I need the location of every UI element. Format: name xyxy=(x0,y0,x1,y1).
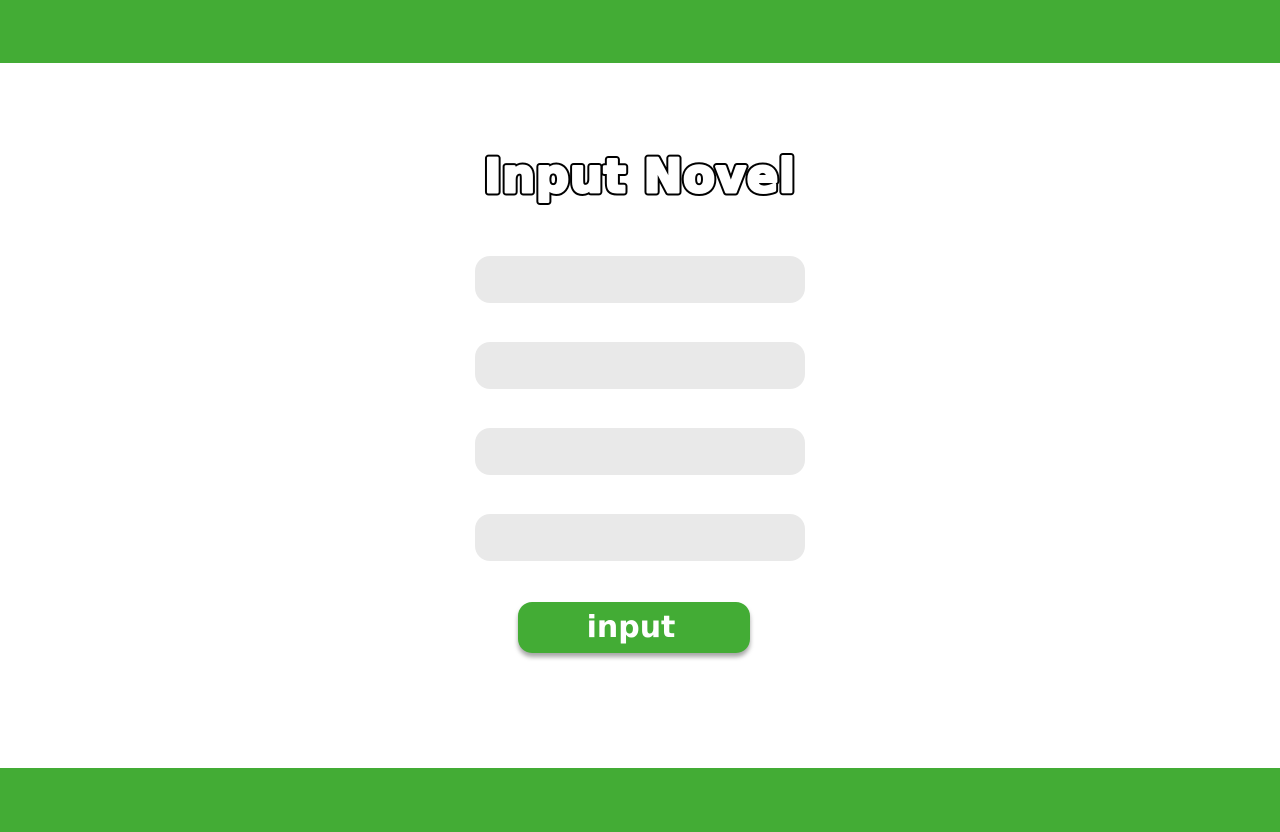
novel-field-2[interactable] xyxy=(475,342,805,389)
novel-field-1[interactable] xyxy=(475,256,805,303)
novel-field-3[interactable] xyxy=(475,428,805,475)
input-submit-button[interactable]: input xyxy=(518,602,750,653)
page-title-text: Input Novel xyxy=(484,149,796,203)
page-title-graphic: Input Novel Input Novel xyxy=(481,146,799,207)
novel-field-4[interactable] xyxy=(475,514,805,561)
header-bar xyxy=(0,0,1280,63)
footer-bar xyxy=(0,768,1280,832)
page: Input Novel Input Novel input xyxy=(0,0,1280,832)
page-title: Input Novel Input Novel xyxy=(480,138,800,218)
